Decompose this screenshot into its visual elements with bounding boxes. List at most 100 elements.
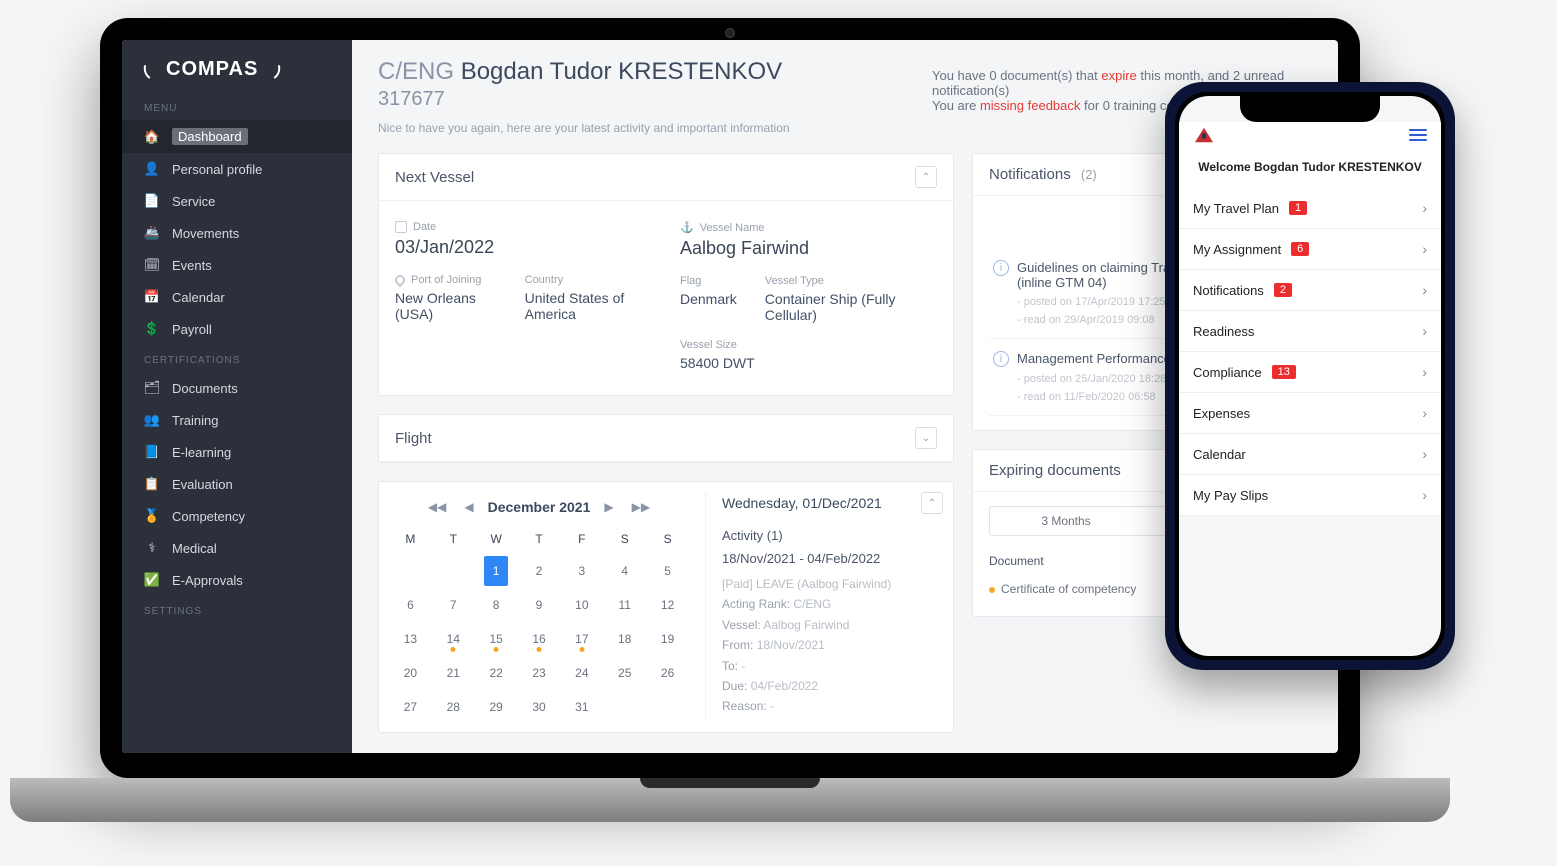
phone-item-label: Expenses xyxy=(1193,406,1250,421)
cal-day[interactable]: 3 xyxy=(560,556,603,586)
chevron-right-icon: › xyxy=(1422,405,1427,421)
phone-notch xyxy=(1240,96,1380,122)
cal-day[interactable]: 26 xyxy=(646,658,689,688)
cal-day[interactable]: 9 xyxy=(518,590,561,620)
cal-day[interactable]: 11 xyxy=(603,590,646,620)
vessel-type-value: Container Ship (Fully Cellular) xyxy=(765,291,937,323)
menu-icon: 🏠 xyxy=(144,129,160,145)
crew-name: Bogdan Tudor KRESTENKOV xyxy=(461,58,783,85)
cal-day[interactable]: 29 xyxy=(475,692,518,722)
expiring-tab-3m[interactable]: 3 Months xyxy=(990,507,1142,535)
sidebar-item-personal-profile[interactable]: 👤Personal profile xyxy=(122,153,352,185)
cal-next-month[interactable]: ▶ xyxy=(600,498,617,516)
cal-prev-month[interactable]: ◀ xyxy=(460,498,477,516)
cal-day[interactable]: 23 xyxy=(518,658,561,688)
cal-day[interactable]: 18 xyxy=(603,624,646,654)
laptop-base xyxy=(10,778,1450,822)
cal-day[interactable]: 1 xyxy=(484,556,508,586)
cal-day[interactable]: 24 xyxy=(560,658,603,688)
menu-label: E-Approvals xyxy=(172,573,243,588)
sidebar-item-movements[interactable]: 🚢Movements xyxy=(122,217,352,249)
logo-arc-left-icon xyxy=(141,57,163,81)
menu-icon: 🗂 xyxy=(144,380,160,396)
brand-text: COMPAS xyxy=(166,58,258,81)
reason-label: Reason: xyxy=(722,699,767,713)
phone-item-readiness[interactable]: Readiness› xyxy=(1179,311,1441,352)
day-collapse-button[interactable]: ⌃ xyxy=(921,492,943,514)
hamburger-menu-icon[interactable] xyxy=(1409,129,1427,141)
flight-card: Flight ⌄ xyxy=(378,414,954,463)
sidebar-item-calendar[interactable]: 📅Calendar xyxy=(122,281,352,313)
cal-day[interactable]: 2 xyxy=(518,556,561,586)
cal-next-year[interactable]: ▶▶ xyxy=(628,498,654,516)
crew-title: C/ENG Bogdan Tudor KRESTENKOV xyxy=(378,58,932,86)
flag-value: Denmark xyxy=(680,291,737,307)
cal-day[interactable]: 13 xyxy=(389,624,432,654)
laptop-notch xyxy=(640,778,820,788)
cal-day[interactable]: 31 xyxy=(560,692,603,722)
cal-day[interactable]: 25 xyxy=(603,658,646,688)
cal-day[interactable]: 8 xyxy=(475,590,518,620)
menu-icon: 📋 xyxy=(144,476,160,492)
cal-day[interactable]: 7 xyxy=(432,590,475,620)
cal-dow: M xyxy=(389,526,432,552)
collapse-button[interactable]: ⌃ xyxy=(915,166,937,188)
cal-day[interactable]: 6 xyxy=(389,590,432,620)
sidebar-item-competency[interactable]: 🏅Competency xyxy=(122,500,352,532)
sidebar-item-e-learning[interactable]: 📘E-learning xyxy=(122,436,352,468)
cal-day[interactable]: 28 xyxy=(432,692,475,722)
cal-dow: F xyxy=(560,526,603,552)
from-value: 18/Nov/2021 xyxy=(757,638,825,652)
port-value: New Orleans (USA) xyxy=(395,290,497,322)
cal-day[interactable]: 15 xyxy=(475,624,518,654)
expand-button[interactable]: ⌄ xyxy=(915,427,937,449)
expiring-title: Expiring documents xyxy=(989,462,1121,479)
sidebar-item-training[interactable]: 👥Training xyxy=(122,404,352,436)
sidebar-item-documents[interactable]: 🗂 Documents xyxy=(122,372,352,404)
activity-heading: Activity (1) xyxy=(722,528,943,543)
phone-item-my-assignment[interactable]: My Assignment6› xyxy=(1179,229,1441,270)
country-label: Country xyxy=(525,274,652,286)
chevron-right-icon: › xyxy=(1422,323,1427,339)
sidebar-item-service[interactable]: 📄Service xyxy=(122,185,352,217)
cal-day[interactable]: 30 xyxy=(518,692,561,722)
cal-day[interactable]: 19 xyxy=(646,624,689,654)
sidebar-item-e-approvals[interactable]: ✅E-Approvals xyxy=(122,564,352,596)
to-value: - xyxy=(741,659,745,673)
phone-item-label: My Travel Plan xyxy=(1193,201,1279,216)
phone-item-notifications[interactable]: Notifications2› xyxy=(1179,270,1441,311)
cal-day[interactable]: 22 xyxy=(475,658,518,688)
cal-day[interactable]: 17 xyxy=(560,624,603,654)
cal-day[interactable]: 16 xyxy=(518,624,561,654)
cal-prev-year[interactable]: ◀◀ xyxy=(424,498,450,516)
cal-dow: S xyxy=(603,526,646,552)
cal-day[interactable]: 20 xyxy=(389,658,432,688)
cal-day[interactable]: 4 xyxy=(603,556,646,586)
phone-item-my-pay-slips[interactable]: My Pay Slips› xyxy=(1179,475,1441,516)
info-icon: i xyxy=(993,260,1009,276)
alert-pre: You have 0 document(s) that xyxy=(932,68,1101,83)
phone-item-compliance[interactable]: Compliance13› xyxy=(1179,352,1441,393)
sidebar-item-medical[interactable]: ⚕Medical xyxy=(122,532,352,564)
menu-label: Dashboard xyxy=(172,128,248,145)
menu-label: Documents xyxy=(172,381,238,396)
date-label: Date xyxy=(413,221,436,233)
phone-item-my-travel-plan[interactable]: My Travel Plan1› xyxy=(1179,188,1441,229)
cal-day[interactable]: 21 xyxy=(432,658,475,688)
sidebar-item-evaluation[interactable]: 📋 Evaluation xyxy=(122,468,352,500)
cal-dow: S xyxy=(646,526,689,552)
phone-item-expenses[interactable]: Expenses › xyxy=(1179,393,1441,434)
phone-item-calendar[interactable]: Calendar› xyxy=(1179,434,1441,475)
cal-day[interactable]: 12 xyxy=(646,590,689,620)
cal-day[interactable]: 27 xyxy=(389,692,432,722)
col-document: Document xyxy=(989,554,1044,568)
menu-label: Evaluation xyxy=(172,477,233,492)
sidebar-item-dashboard[interactable]: 🏠 Dashboard xyxy=(122,120,352,153)
sidebar-item-events[interactable]: 🗓Events xyxy=(122,249,352,281)
cal-day xyxy=(603,692,646,722)
cal-day[interactable]: 14 xyxy=(432,624,475,654)
cal-day[interactable]: 5 xyxy=(646,556,689,586)
sidebar-item-payroll[interactable]: 💲Payroll xyxy=(122,313,352,345)
cal-day[interactable]: 10 xyxy=(560,590,603,620)
status-dot-icon xyxy=(989,587,995,593)
